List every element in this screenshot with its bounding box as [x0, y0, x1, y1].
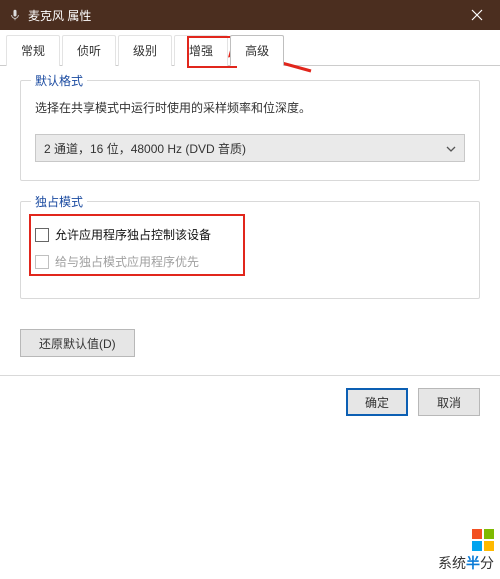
watermark-c: 分 [480, 555, 494, 571]
tab-panel-advanced: 默认格式 选择在共享模式中运行时使用的采样频率和位深度。 2 通道，16 位，4… [0, 66, 500, 329]
default-format-desc: 选择在共享模式中运行时使用的采样频率和位深度。 [35, 99, 465, 116]
checkbox-allow-exclusive[interactable]: 允许应用程序独占控制该设备 [35, 226, 465, 243]
ok-button[interactable]: 确定 [346, 388, 408, 416]
sample-rate-combo[interactable]: 2 通道，16 位，48000 Hz (DVD 音质) [35, 134, 465, 162]
title-bar: 麦克风 属性 [0, 0, 500, 30]
group-default-format: 默认格式 选择在共享模式中运行时使用的采样频率和位深度。 2 通道，16 位，4… [20, 80, 480, 181]
tab-general[interactable]: 常规 [6, 35, 60, 66]
watermark-a: 系统 [438, 555, 466, 571]
group-legend: 默认格式 [31, 72, 87, 89]
close-icon [471, 9, 483, 21]
watermark-text: 系统半分 [438, 553, 494, 573]
button-label: 确定 [365, 394, 389, 411]
checkbox-box [35, 255, 49, 269]
checkbox-label: 允许应用程序独占控制该设备 [55, 226, 211, 243]
group-exclusive-mode: 独占模式 允许应用程序独占控制该设备 给与独占模式应用程序优先 [20, 201, 480, 299]
restore-defaults-button[interactable]: 还原默认值(D) [20, 329, 135, 357]
tab-label: 侦听 [77, 44, 101, 58]
checkbox-exclusive-priority: 给与独占模式应用程序优先 [35, 253, 465, 270]
tab-advanced[interactable]: 高级 [230, 35, 284, 66]
button-label: 取消 [437, 394, 461, 411]
button-label: 还原默认值(D) [39, 335, 116, 352]
close-button[interactable] [454, 0, 500, 30]
tab-levels[interactable]: 级别 [118, 35, 172, 66]
tab-label: 常规 [21, 44, 45, 58]
tab-strip: 常规 侦听 级别 增强 高级 [0, 30, 500, 66]
group-legend: 独占模式 [31, 193, 87, 210]
windows-logo-icon [472, 529, 494, 551]
tab-label: 增强 [189, 44, 213, 58]
window-title: 麦克风 属性 [28, 7, 492, 24]
tab-listen[interactable]: 侦听 [62, 35, 116, 66]
footer-separator [0, 375, 500, 376]
dialog-footer: 确定 取消 [0, 388, 500, 416]
cancel-button[interactable]: 取消 [418, 388, 480, 416]
combo-value: 2 通道，16 位，48000 Hz (DVD 音质) [44, 140, 246, 157]
microphone-icon [8, 8, 22, 22]
restore-defaults-wrap: 还原默认值(D) [0, 329, 500, 357]
checkbox-box [35, 228, 49, 242]
checkbox-label: 给与独占模式应用程序优先 [55, 253, 199, 270]
chevron-down-icon [446, 141, 456, 155]
tab-label: 级别 [133, 44, 157, 58]
tab-label: 高级 [245, 44, 269, 58]
tab-enhance[interactable]: 增强 [174, 35, 228, 66]
watermark-b: 半 [466, 555, 480, 571]
watermark: 系统半分 [438, 529, 494, 573]
